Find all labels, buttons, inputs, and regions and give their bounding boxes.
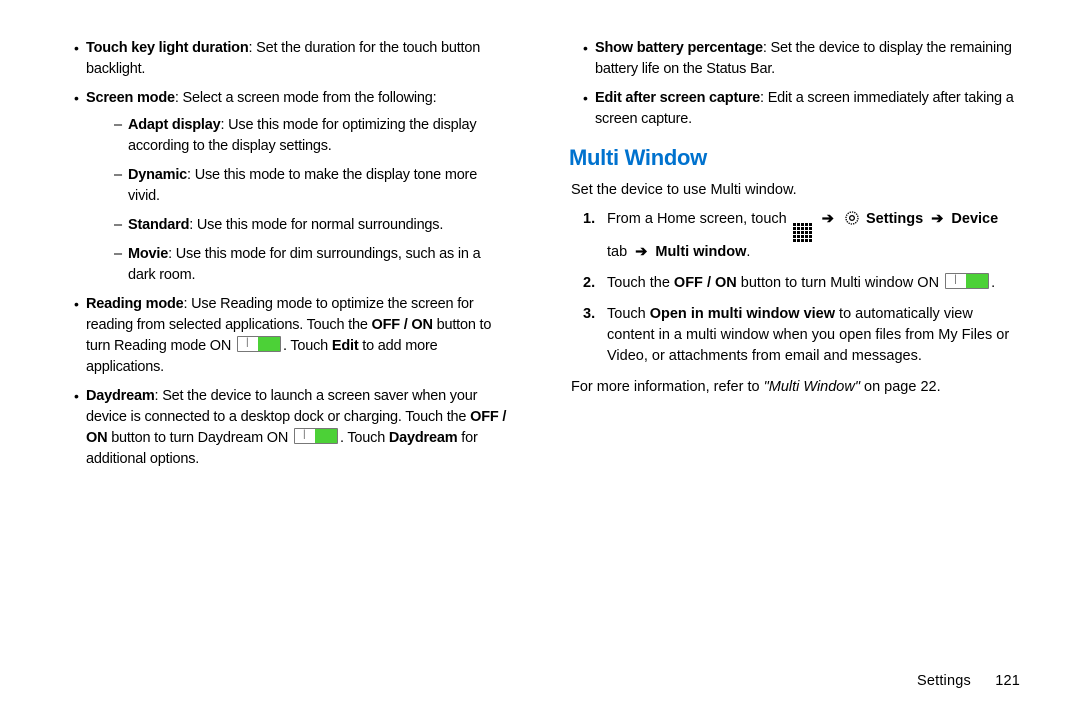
open-label: Open in multi window view — [650, 306, 835, 322]
body: For more information, refer to — [571, 379, 764, 395]
device-label: Device — [951, 211, 998, 227]
settings-gear-icon — [844, 210, 860, 226]
list-item: Screen mode: Select a screen mode from t… — [74, 88, 511, 286]
term: Show battery percentage — [595, 40, 763, 56]
term: Touch key light duration — [86, 40, 249, 56]
list-item: Reading mode: Use Reading mode to optimi… — [74, 294, 511, 378]
body: . — [991, 275, 995, 291]
steps-list: From a Home screen, touch ➔ Settings ➔ D… — [569, 209, 1020, 367]
term: Reading mode — [86, 296, 184, 312]
body: : Use this mode for normal surroundings. — [189, 217, 443, 233]
left-column: Touch key light duration: Set the durati… — [60, 38, 511, 478]
body: : Select a screen mode from the followin… — [175, 90, 437, 106]
intro-text: Set the device to use Multi window. — [569, 180, 1020, 201]
step-item: Touch the OFF / ON button to turn Multi … — [593, 273, 1020, 294]
body: . Touch — [340, 430, 389, 446]
screen-mode-sublist: Adapt display: Use this mode for optimiz… — [86, 115, 511, 286]
arrow-icon: ➔ — [635, 244, 647, 260]
body: Touch the — [607, 275, 674, 291]
arrow-icon: ➔ — [822, 211, 834, 227]
apps-grid-icon — [793, 223, 812, 242]
section-heading-multi-window: Multi Window — [569, 142, 1020, 174]
list-item: Edit after screen capture: Edit a screen… — [583, 88, 1020, 130]
toggle-on-icon — [945, 273, 989, 289]
term: Standard — [128, 217, 189, 233]
toggle-on-icon — [237, 336, 281, 352]
list-item: Standard: Use this mode for normal surro… — [114, 215, 511, 236]
term: Dynamic — [128, 167, 187, 183]
step-item: From a Home screen, touch ➔ Settings ➔ D… — [593, 209, 1020, 263]
term: Movie — [128, 246, 168, 262]
multi-window-label: Multi window — [655, 244, 746, 260]
footer-section: Settings — [917, 673, 971, 689]
list-item: Movie: Use this mode for dim surrounding… — [114, 244, 511, 286]
term: Screen mode — [86, 90, 175, 106]
body: : Use this mode for dim surroundings, su… — [128, 246, 480, 283]
list-item: Touch key light duration: Set the durati… — [74, 38, 511, 80]
body: button to turn Multi window ON — [737, 275, 943, 291]
page-number: 121 — [995, 673, 1020, 689]
list-item: Adapt display: Use this mode for optimiz… — [114, 115, 511, 157]
body: tab — [607, 244, 631, 260]
toggle-on-icon — [294, 428, 338, 444]
daydream-label: Daydream — [389, 430, 458, 446]
offon-label: OFF / ON — [674, 275, 737, 291]
right-column: Show battery percentage: Set the device … — [569, 38, 1020, 478]
page-footer: Settings 121 — [917, 671, 1020, 692]
body: button to turn Daydream ON — [107, 430, 292, 446]
period: . — [746, 244, 750, 260]
list-item: Show battery percentage: Set the device … — [583, 38, 1020, 80]
page-body: Touch key light duration: Set the durati… — [60, 38, 1020, 478]
body: on page 22. — [860, 379, 941, 395]
device-bullets: Show battery percentage: Set the device … — [569, 38, 1020, 130]
arrow-icon: ➔ — [931, 211, 943, 227]
body: From a Home screen, touch — [607, 211, 791, 227]
screen-bullets: Touch key light duration: Set the durati… — [60, 38, 511, 470]
xref-title: "Multi Window" — [764, 379, 860, 395]
cross-reference: For more information, refer to "Multi Wi… — [571, 377, 1020, 398]
term: Daydream — [86, 388, 155, 404]
list-item: Dynamic: Use this mode to make the displ… — [114, 165, 511, 207]
term: Edit after screen capture — [595, 90, 760, 106]
body: . Touch — [283, 338, 332, 354]
offon-label: OFF / ON — [372, 317, 433, 333]
settings-label: Settings — [866, 211, 923, 227]
list-item: Daydream: Set the device to launch a scr… — [74, 386, 511, 470]
term: Adapt display — [128, 117, 220, 133]
body: Touch — [607, 306, 650, 322]
edit-label: Edit — [332, 338, 359, 354]
step-item: Touch Open in multi window view to autom… — [593, 304, 1020, 367]
